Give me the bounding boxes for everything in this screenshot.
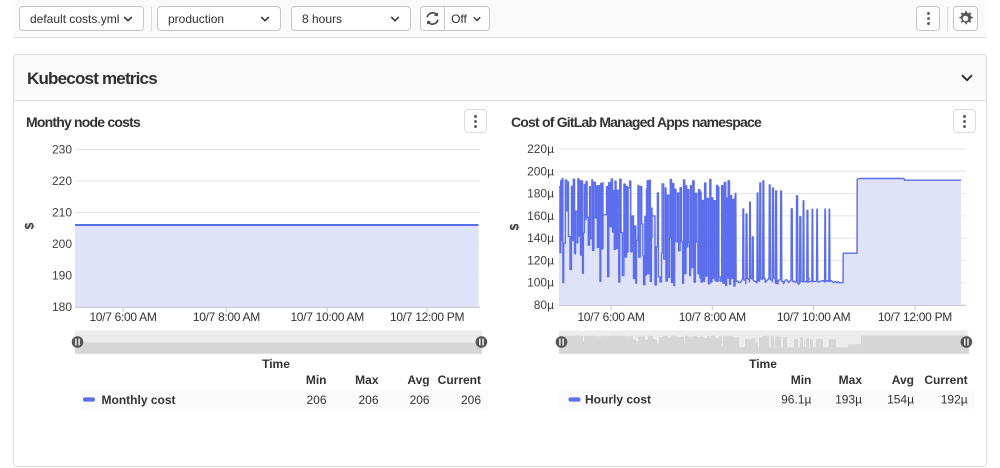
svg-text:10/7 10:00 AM: 10/7 10:00 AM bbox=[777, 310, 851, 324]
svg-text:10/7 8:00 AM: 10/7 8:00 AM bbox=[193, 310, 260, 324]
svg-text:160µ: 160µ bbox=[527, 209, 554, 223]
svg-text:210: 210 bbox=[52, 205, 72, 219]
svg-text:10/7 6:00 AM: 10/7 6:00 AM bbox=[577, 310, 644, 324]
svg-text:Current: Current bbox=[438, 373, 481, 387]
svg-text:206: 206 bbox=[358, 393, 378, 407]
svg-text:Hourly cost: Hourly cost bbox=[585, 393, 651, 407]
svg-text:192µ: 192µ bbox=[941, 393, 968, 407]
svg-text:96.1µ: 96.1µ bbox=[781, 393, 811, 407]
svg-text:220: 220 bbox=[52, 174, 72, 188]
svg-text:200µ: 200µ bbox=[527, 164, 554, 178]
svg-text:Max: Max bbox=[355, 373, 379, 387]
svg-text:Time: Time bbox=[749, 357, 777, 371]
svg-text:10/7 12:00 PM: 10/7 12:00 PM bbox=[390, 310, 464, 324]
svg-text:Time: Time bbox=[262, 357, 290, 371]
svg-text:206: 206 bbox=[410, 393, 430, 407]
svg-text:10/7 8:00 AM: 10/7 8:00 AM bbox=[679, 310, 746, 324]
svg-text:193µ: 193µ bbox=[835, 393, 862, 407]
svg-text:Avg: Avg bbox=[407, 373, 429, 387]
svg-text:206: 206 bbox=[461, 393, 481, 407]
svg-text:154µ: 154µ bbox=[887, 393, 914, 407]
svg-text:120µ: 120µ bbox=[527, 253, 554, 267]
svg-text:180µ: 180µ bbox=[527, 187, 554, 201]
svg-text:Max: Max bbox=[839, 373, 863, 387]
svg-text:220µ: 220µ bbox=[527, 142, 554, 156]
svg-text:190: 190 bbox=[52, 268, 72, 282]
svg-text:180: 180 bbox=[52, 300, 72, 314]
svg-text:$: $ bbox=[23, 222, 37, 229]
svg-text:200: 200 bbox=[52, 237, 72, 251]
svg-text:10/7 12:00 PM: 10/7 12:00 PM bbox=[878, 310, 952, 324]
svg-text:230: 230 bbox=[52, 142, 72, 156]
svg-text:Min: Min bbox=[791, 373, 812, 387]
svg-text:Min: Min bbox=[306, 373, 327, 387]
svg-text:10/7 6:00 AM: 10/7 6:00 AM bbox=[89, 310, 156, 324]
svg-text:$: $ bbox=[508, 223, 522, 230]
svg-text:100µ: 100µ bbox=[527, 276, 554, 290]
svg-text:206: 206 bbox=[306, 393, 326, 407]
svg-text:Avg: Avg bbox=[892, 373, 914, 387]
svg-text:Current: Current bbox=[924, 373, 967, 387]
svg-text:10/7 10:00 AM: 10/7 10:00 AM bbox=[290, 310, 364, 324]
svg-text:80µ: 80µ bbox=[534, 298, 554, 312]
svg-text:140µ: 140µ bbox=[527, 231, 554, 245]
svg-text:Monthly cost: Monthly cost bbox=[102, 393, 176, 407]
